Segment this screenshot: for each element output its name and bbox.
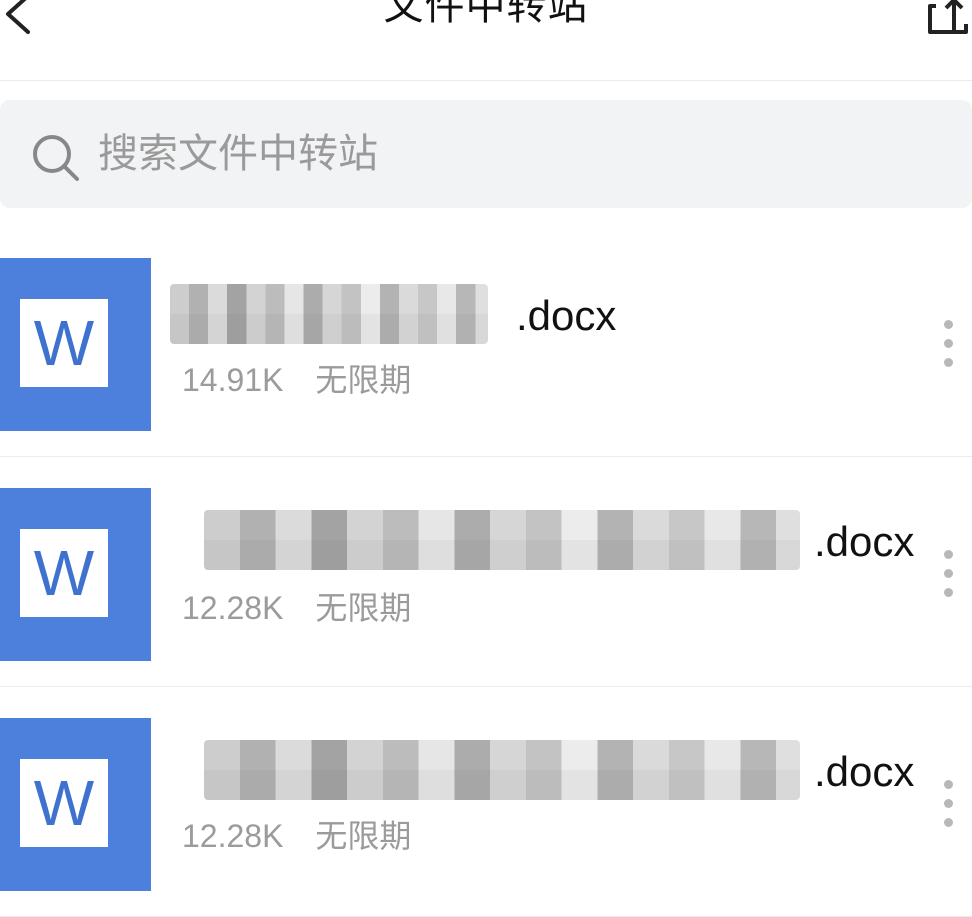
file-size: 12.28K — [182, 818, 284, 854]
file-meta: 14.91K 无限期 — [182, 360, 411, 400]
more-dot — [943, 569, 953, 578]
file-meta: 12.28K 无限期 — [182, 588, 411, 628]
upload-button[interactable] — [924, 0, 972, 40]
word-icon-letter: W — [20, 759, 108, 847]
file-row[interactable]: W .docx 14.91K 无限期 — [0, 228, 972, 457]
upload-icon — [928, 0, 968, 34]
redacted-filename — [204, 740, 800, 800]
file-expiry: 无限期 — [315, 361, 412, 399]
more-dots-icon — [943, 320, 953, 329]
more-dot — [943, 818, 953, 827]
more-options-button[interactable] — [936, 550, 960, 602]
file-row[interactable]: W .docx 12.28K 无限期 — [0, 458, 972, 687]
file-extension: .docx — [516, 292, 617, 339]
word-icon-letter: W — [20, 299, 108, 387]
redacted-filename — [204, 510, 800, 570]
word-document-icon: W — [0, 488, 151, 661]
more-options-button[interactable] — [936, 780, 960, 832]
file-extension: .docx — [814, 748, 915, 795]
file-expiry: 无限期 — [315, 817, 412, 855]
more-dot — [943, 339, 953, 348]
search-icon — [33, 135, 79, 181]
more-dots-icon — [943, 780, 953, 789]
file-extension: .docx — [814, 518, 915, 565]
more-dots-icon — [943, 550, 953, 559]
more-dot — [943, 588, 953, 597]
page-title: 文件中转站 — [383, 0, 589, 29]
word-icon-letter: W — [20, 529, 108, 617]
file-expiry: 无限期 — [315, 589, 412, 627]
more-options-button[interactable] — [936, 320, 960, 372]
file-meta: 12.28K 无限期 — [182, 816, 411, 856]
search-input[interactable] — [98, 122, 918, 186]
file-size: 12.28K — [182, 590, 284, 626]
file-size: 14.91K — [182, 362, 284, 398]
more-dot — [943, 358, 953, 367]
word-document-icon: W — [0, 718, 151, 891]
more-dot — [943, 799, 953, 808]
top-bar: 文件中转站 — [0, 0, 972, 81]
file-row[interactable]: W .docx 12.28K 无限期 — [0, 688, 972, 917]
word-document-icon: W — [0, 258, 151, 431]
redacted-filename — [170, 284, 488, 344]
search-bar[interactable] — [0, 100, 972, 208]
